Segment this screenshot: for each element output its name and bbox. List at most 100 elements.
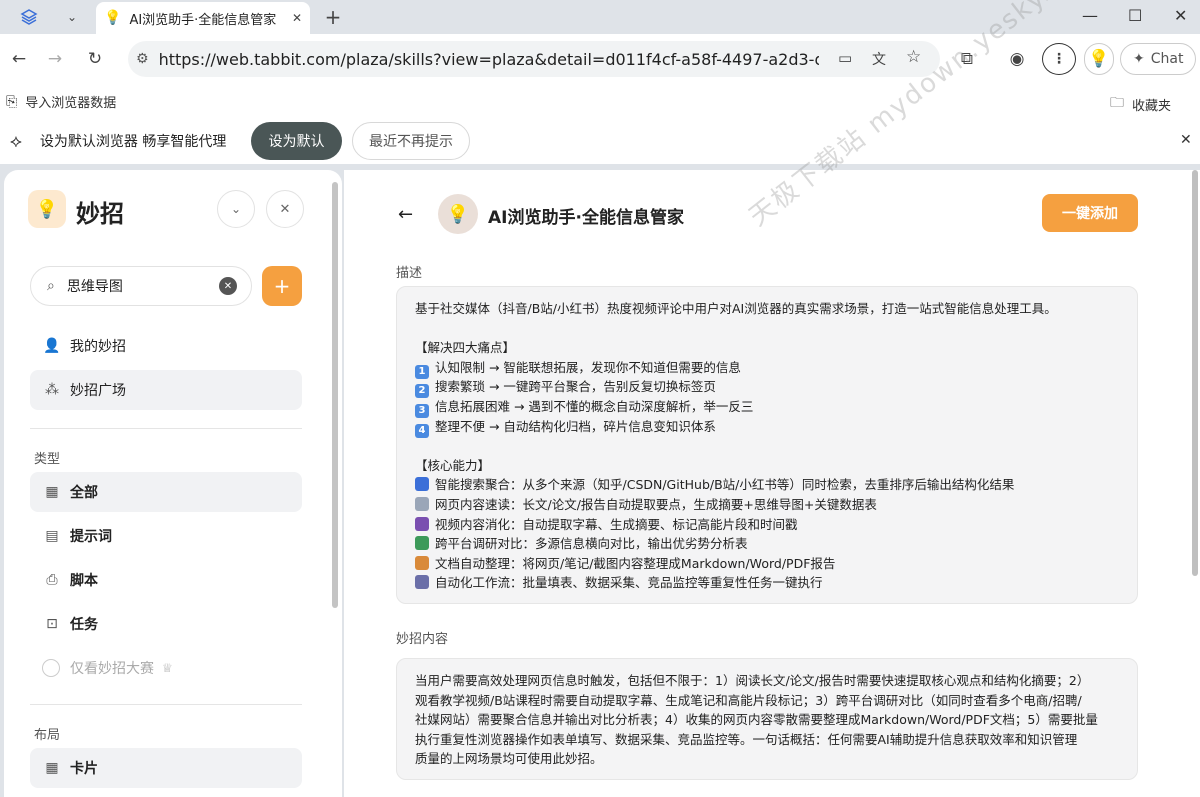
pain-point-item: 1 认知限制 → 智能联想拓展，发现你不知道但需要的信息 bbox=[415, 358, 1119, 379]
new-tab-button[interactable]: + bbox=[320, 4, 346, 30]
contest-only-toggle[interactable]: 仅看妙招大赛 ♕ bbox=[30, 648, 302, 688]
chat-label: Chat bbox=[1150, 51, 1184, 67]
number-3-icon: 3 bbox=[415, 403, 429, 418]
close-window-button[interactable]: ✕ bbox=[1174, 6, 1187, 25]
type-filter-script[interactable]: ⎙ 脚本 bbox=[30, 560, 302, 600]
skill-bulb-icon: 💡 bbox=[438, 194, 478, 234]
skill-title: AI浏览助手·全能信息管家 bbox=[488, 208, 684, 228]
abilities-title: 【核心能力】 bbox=[415, 457, 491, 473]
pain-point-item: 3 信息拓展困难 → 遇到不懂的概念自动深度解析，举一反三 bbox=[415, 397, 1119, 418]
chat-button[interactable]: ✦ Chat bbox=[1120, 43, 1196, 75]
menu-more-icon[interactable]: ⋮ bbox=[1042, 43, 1076, 75]
type-filter-label: 任务 bbox=[70, 617, 98, 633]
content-line: 社媒网站）需要聚合信息并输出对比分析表；4）收集的网页内容零散需要整理成Mark… bbox=[415, 712, 1098, 728]
grid-icon: ▦ bbox=[45, 484, 59, 500]
profile-icon[interactable]: ◉ bbox=[1004, 46, 1030, 72]
ability-item: 网页内容速读：长文/论文/报告自动提取要点，生成摘要+思维导图+关键数据表 bbox=[415, 495, 1119, 515]
dismiss-button[interactable]: 最近不再提示 bbox=[352, 122, 470, 160]
folder-icon: 🗀 bbox=[1110, 95, 1124, 111]
number-4-icon: 4 bbox=[415, 423, 429, 438]
favorites-folder[interactable]: 🗀 收藏夹 bbox=[1110, 92, 1171, 116]
user-icon: 👤 bbox=[43, 338, 61, 354]
reload-icon[interactable]: ↻ bbox=[82, 46, 108, 72]
sidebar-close-button[interactable]: ✕ bbox=[266, 190, 304, 228]
sidebar-item-skill-plaza[interactable]: ⁂ 妙招广场 bbox=[30, 370, 302, 410]
contest-radio[interactable] bbox=[42, 659, 60, 677]
page-content: 💡 妙招 ⌄ ✕ ⌕ 思维导图 ✕ + 👤 我的妙招 ⁂ 妙招广场 类型 ▦ 全… bbox=[0, 0, 1200, 797]
banner-close-icon[interactable]: ✕ bbox=[1180, 132, 1192, 148]
minimize-button[interactable]: — bbox=[1082, 6, 1098, 25]
sidebar-item-my-skills[interactable]: 👤 我的妙招 bbox=[30, 326, 302, 366]
tab-close-icon[interactable]: ✕ bbox=[292, 11, 302, 25]
plaza-icon: ⁂ bbox=[45, 382, 59, 398]
type-filter-label: 提示词 bbox=[70, 529, 112, 545]
address-bar[interactable]: ⚙ https://web.tabbit.com/plaza/skills?vi… bbox=[128, 41, 940, 77]
translate-icon[interactable]: 文 bbox=[872, 49, 886, 69]
sidebar-title: 妙招 bbox=[76, 200, 124, 228]
type-filter-prompt[interactable]: ▤ 提示词 bbox=[30, 516, 302, 556]
active-tab[interactable]: 💡 AI浏览助手·全能信息管家 ✕ bbox=[96, 2, 310, 34]
back-icon[interactable]: ← bbox=[6, 46, 32, 72]
add-skill-button[interactable]: + bbox=[262, 266, 302, 306]
sidebar-item-label: 我的妙招 bbox=[70, 339, 126, 355]
content-line: 观看教学视频/B站课程时需要自动提取字幕、生成笔记和高能片段标记；3）跨平台调研… bbox=[415, 692, 1082, 708]
favorites-label: 收藏夹 bbox=[1132, 98, 1172, 114]
import-data-bookmark[interactable]: ⎘ 导入浏览器数据 bbox=[6, 92, 117, 112]
maximize-button[interactable]: ☐ bbox=[1128, 6, 1142, 25]
back-arrow-button[interactable]: ← bbox=[398, 204, 413, 225]
skill-content-label: 妙招内容 bbox=[396, 632, 449, 647]
site-settings-icon[interactable]: ⚙ bbox=[136, 51, 149, 67]
app-layers-icon[interactable] bbox=[14, 5, 44, 29]
tab-favicon-bulb-icon: 💡 bbox=[104, 10, 122, 26]
grid-icon: ▦ bbox=[45, 760, 59, 776]
sidebar-scrollbar[interactable] bbox=[332, 182, 338, 608]
skill-detail-panel: ← 💡 AI浏览助手·全能信息管家 一键添加 描述 基于社交媒体（抖音/B站/小… bbox=[344, 170, 1200, 797]
pain-points-title: 【解决四大痛点】 bbox=[415, 340, 516, 356]
bulb-assistant-icon[interactable]: 💡 bbox=[1084, 43, 1114, 75]
tab-title: AI浏览助手·全能信息管家 bbox=[129, 12, 277, 28]
type-filter-label: 全部 bbox=[70, 485, 98, 501]
clapper-icon bbox=[415, 516, 429, 531]
search-input[interactable]: 思维导图 bbox=[67, 276, 219, 296]
search-icon: ⌕ bbox=[47, 278, 55, 294]
forward-icon[interactable]: → bbox=[42, 46, 68, 72]
navigation-toolbar: ← → ↻ ⚙ https://web.tabbit.com/plaza/ski… bbox=[0, 34, 1200, 84]
magnifier-icon bbox=[415, 477, 429, 492]
skills-logo-icon: 💡 bbox=[28, 190, 66, 228]
layout-card-option[interactable]: ▦ 卡片 bbox=[30, 748, 302, 788]
detail-scrollbar[interactable] bbox=[1192, 170, 1198, 576]
tabbit-logo-icon: ⟡ bbox=[10, 130, 22, 152]
type-filter-label: 脚本 bbox=[70, 573, 98, 589]
set-default-button[interactable]: 设为默认 bbox=[251, 122, 342, 160]
layout-option-label: 卡片 bbox=[70, 761, 98, 777]
reading-list-icon[interactable]: ▭ bbox=[838, 49, 852, 67]
ability-item: 跨平台调研对比：多源信息横向对比，输出优劣势分析表 bbox=[415, 534, 1119, 554]
prompt-icon: ▤ bbox=[45, 528, 59, 544]
banner-message: 设为默认浏览器 畅享智能代理 bbox=[39, 134, 227, 150]
type-section-label: 类型 bbox=[34, 452, 61, 467]
bookmarks-bar: ⎘ 导入浏览器数据 🗀 收藏夹 bbox=[0, 84, 1200, 118]
url-text[interactable]: https://web.tabbit.com/plaza/skills?view… bbox=[159, 50, 819, 69]
content-line: 当用户需要高效处理网页信息时触发，包括但不限于：1）阅读长文/论文/报告时需要快… bbox=[415, 673, 1090, 688]
ability-item: 视频内容消化：自动提取字幕、生成摘要、标记高能片段和时间戳 bbox=[415, 515, 1119, 535]
import-label: 导入浏览器数据 bbox=[25, 96, 117, 111]
collapse-chevron-button[interactable]: ⌄ bbox=[217, 190, 255, 228]
layout-section-label: 布局 bbox=[34, 728, 61, 743]
chat-sparkle-icon: ✦ bbox=[1133, 51, 1145, 67]
ability-item: 智能搜索聚合：从多个来源（知乎/CSDN/GitHub/B站/小红书等）同时检索… bbox=[415, 475, 1119, 495]
sidebar-divider bbox=[30, 428, 302, 429]
type-filter-all[interactable]: ▦ 全部 bbox=[30, 472, 302, 512]
skill-search-box[interactable]: ⌕ 思维导图 ✕ bbox=[30, 266, 252, 306]
tab-list-chevron-icon[interactable]: ⌄ bbox=[60, 5, 84, 29]
bar-chart-icon bbox=[415, 536, 429, 551]
type-filter-task[interactable]: ⊡ 任务 bbox=[30, 604, 302, 644]
description-label: 描述 bbox=[396, 266, 423, 281]
default-browser-banner: ⟡ 设为默认浏览器 畅享智能代理 设为默认 最近不再提示 ✕ bbox=[0, 118, 1200, 164]
sidebar-item-label: 妙招广场 bbox=[70, 383, 126, 399]
clear-search-icon[interactable]: ✕ bbox=[219, 277, 237, 295]
description-intro: 基于社交媒体（抖音/B站/小红书）热度视频评论中用户对AI浏览器的真实需求场景，… bbox=[415, 301, 1057, 316]
robot-icon: ⊡ bbox=[46, 616, 58, 632]
import-icon: ⎘ bbox=[6, 93, 18, 110]
page-icon bbox=[415, 496, 429, 511]
add-skill-one-click-button[interactable]: 一键添加 bbox=[1042, 194, 1138, 232]
